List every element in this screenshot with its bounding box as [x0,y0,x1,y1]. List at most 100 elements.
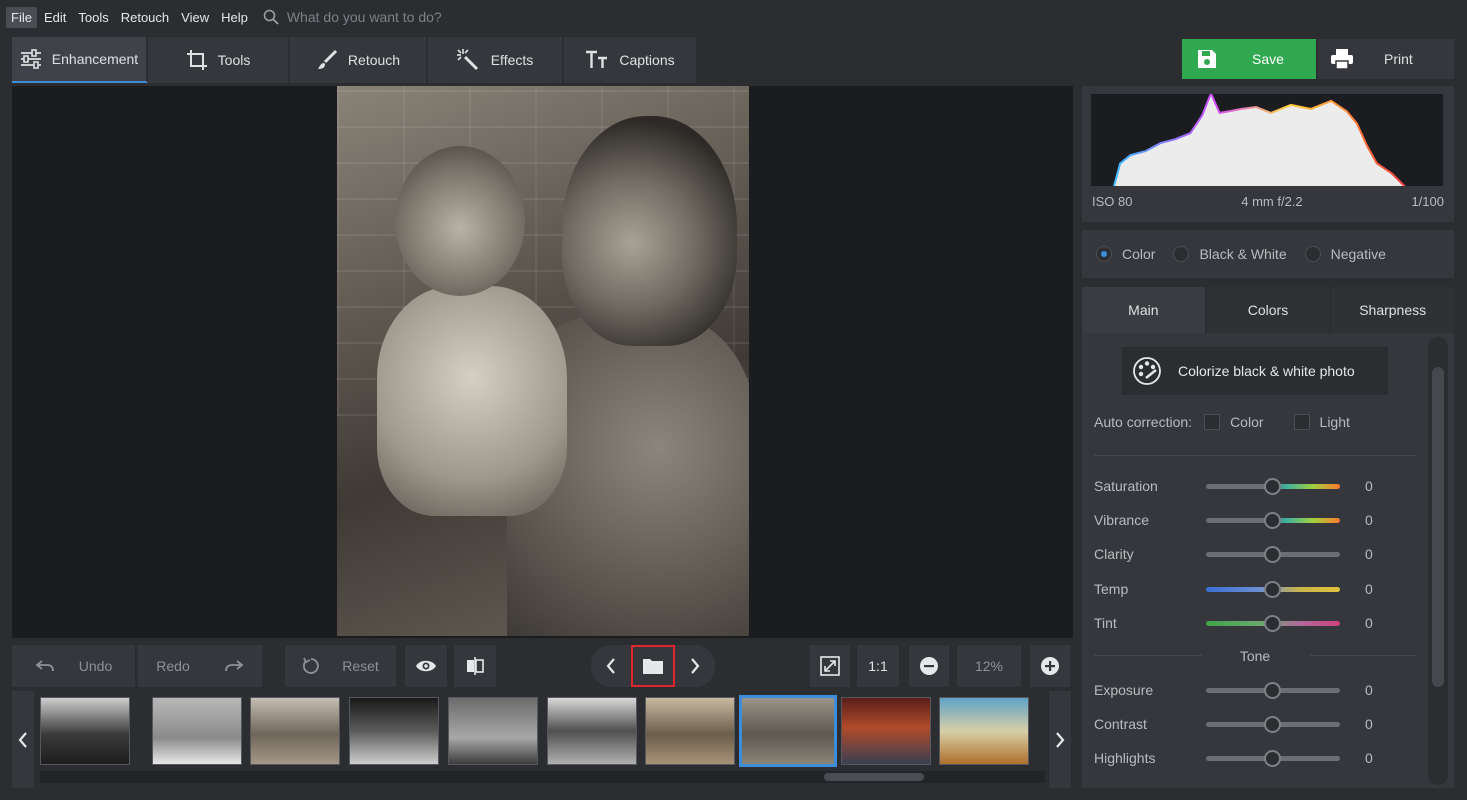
fit-to-screen-button[interactable] [810,645,850,687]
radio-black-white[interactable]: Black & White [1173,246,1287,262]
tab-colors[interactable]: Colors [1206,287,1332,333]
radio-black-white-dot[interactable] [1173,246,1190,262]
clarity-slider[interactable] [1206,545,1340,563]
chevron-left-icon [18,731,27,748]
saturation-slider-knob[interactable] [1264,477,1281,495]
saturation-slider[interactable] [1206,477,1340,495]
radio-negative[interactable]: Negative [1304,246,1386,262]
undo-label: Undo [78,658,113,674]
divider [1094,455,1416,456]
tint-slider-row: Tint 0 [1094,613,1416,633]
thumbnail-photo-4[interactable] [349,697,439,765]
menu-file[interactable]: File [6,6,37,28]
zoom-in-button[interactable] [1030,645,1070,687]
thumbnail-photo-9[interactable] [841,697,931,765]
menu-help[interactable]: Help [216,7,253,28]
exif-lens: 4 mm f/2.2 [1241,194,1303,209]
tab-sharpness[interactable]: Sharpness [1331,287,1455,333]
temp-value: 0 [1365,581,1373,597]
tab-main[interactable]: Main [1082,287,1207,333]
colorize-button[interactable]: Colorize black & white photo [1122,347,1388,395]
preview-eye-button[interactable] [405,645,447,687]
previous-photo-button[interactable] [591,645,631,687]
radio-color[interactable]: Color [1096,246,1155,262]
zoom-out-button[interactable] [909,645,949,687]
menu-bar: File Edit Tools Retouch View Help What d… [0,0,1467,34]
floppy-disk-icon [1196,48,1218,70]
menu-view[interactable]: View [176,7,214,28]
menu-retouch[interactable]: Retouch [116,7,174,28]
temp-slider[interactable] [1206,580,1340,598]
redo-button[interactable]: Redo [138,645,262,687]
panel-scroll-thumb[interactable] [1432,367,1444,687]
auto-color-checkbox[interactable] [1204,414,1221,430]
photo-canvas[interactable] [12,86,1073,638]
contrast-value: 0 [1365,716,1373,732]
filmstrip-scrollbar[interactable] [40,771,1045,783]
filmstrip-prev-button[interactable] [12,691,34,788]
save-button[interactable]: Save [1182,39,1316,79]
vibrance-slider[interactable] [1206,511,1340,529]
exif-shutter: 1/100 [1411,194,1444,209]
tab-enhancement[interactable]: Enhancement [12,37,148,83]
highlights-slider-knob[interactable] [1264,749,1281,767]
filmstrip-next-button[interactable] [1049,691,1071,788]
compare-button[interactable] [454,645,496,687]
split-compare-icon [467,657,484,675]
radio-color-dot[interactable] [1096,246,1112,262]
clarity-slider-row: Clarity 0 [1094,544,1416,564]
contrast-slider[interactable] [1206,715,1340,733]
tint-slider[interactable] [1206,614,1340,632]
text-icon [585,50,609,70]
radio-negative-label: Negative [1330,246,1386,262]
radio-negative-dot[interactable] [1304,246,1321,262]
print-button[interactable]: Print [1318,39,1454,79]
clarity-slider-knob[interactable] [1264,545,1281,563]
panel-scrollbar[interactable] [1428,337,1448,785]
clarity-value: 0 [1365,546,1373,562]
exposure-slider[interactable] [1206,681,1340,699]
vibrance-slider-knob[interactable] [1264,511,1281,529]
actual-size-label: 1:1 [868,658,888,674]
thumbnail-photo-3[interactable] [250,697,340,765]
zoom-level-field[interactable]: 12% [957,645,1021,687]
actual-size-button[interactable]: 1:1 [857,645,899,687]
menu-edit[interactable]: Edit [39,7,71,28]
sliders-icon [20,49,42,69]
photo-woman-head [562,116,737,346]
thumbnail-photo-7[interactable] [645,697,735,765]
highlights-slider[interactable] [1206,749,1340,767]
thumbnail-photo-1[interactable] [40,697,130,765]
highlights-slider-row: Highlights 0 [1094,748,1416,768]
reset-button[interactable]: Reset [285,645,396,687]
thumbnail-photo-2[interactable] [152,697,242,765]
tab-captions[interactable]: Captions [564,37,698,83]
tab-retouch[interactable]: Retouch [290,37,428,83]
saturation-value: 0 [1365,478,1373,494]
clarity-label: Clarity [1094,546,1134,562]
contrast-slider-knob[interactable] [1264,715,1281,733]
saturation-label: Saturation [1094,478,1158,494]
tint-slider-knob[interactable] [1264,614,1281,632]
reset-icon [303,657,319,674]
highlights-label: Highlights [1094,750,1156,766]
open-folder-button[interactable] [631,645,675,687]
thumbnail-photo-6[interactable] [547,697,637,765]
main-toolbar: Enhancement Tools Retouch Effects Captio… [12,37,698,83]
thumbnail-photo-8-selected[interactable] [739,695,837,767]
filmstrip-scroll-thumb[interactable] [824,773,924,781]
next-photo-button[interactable] [675,645,715,687]
menu-tools[interactable]: Tools [73,7,113,28]
thumbnail-photo-10[interactable] [939,697,1029,765]
tab-tools[interactable]: Tools [148,37,290,83]
radio-color-label: Color [1122,246,1156,262]
tab-effects[interactable]: Effects [428,37,564,83]
undo-button[interactable]: Undo [12,645,135,687]
command-search[interactable]: What do you want to do? [263,9,442,25]
tab-effects-label: Effects [490,52,534,68]
temp-slider-knob[interactable] [1264,580,1281,598]
exif-iso: ISO 80 [1092,194,1133,209]
exposure-slider-knob[interactable] [1264,681,1281,699]
auto-light-checkbox[interactable] [1293,414,1310,430]
thumbnail-photo-5[interactable] [448,697,538,765]
